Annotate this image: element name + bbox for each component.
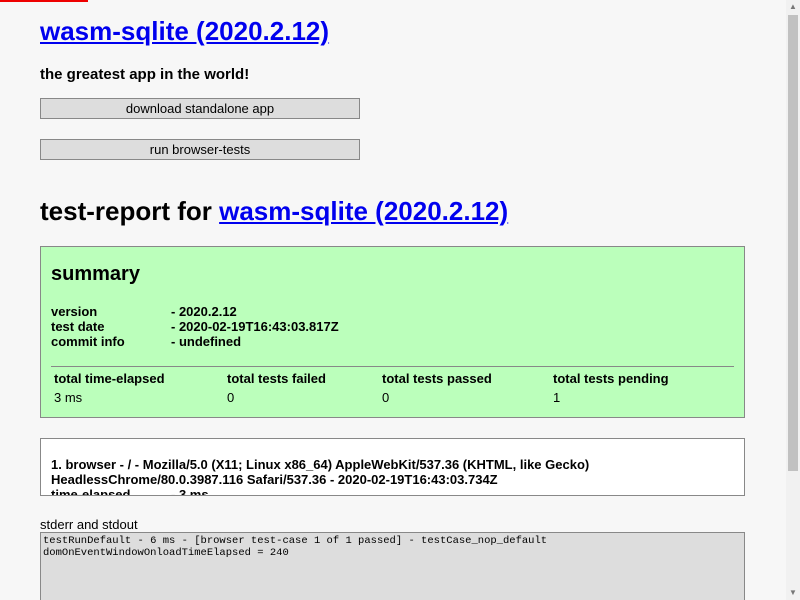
table-header-tests-pending: total tests pending: [553, 371, 669, 386]
scroll-up-arrow-icon[interactable]: ▲: [786, 0, 800, 14]
summary-meta: version - 2020.2.12 test date - 2020-02-19…: [51, 304, 339, 349]
meta-key: commit info: [51, 334, 125, 349]
table-header-time-elapsed: total time-elapsed: [54, 371, 165, 386]
testcase-title: 1. browser - / - Mozilla/5.0 (X11; Linux…: [51, 457, 590, 487]
table-cell-tests-pending: 1: [553, 390, 561, 405]
testcase-time-key: time-elapsed: [51, 487, 131, 496]
meta-row-commit-info: commit info - undefined: [51, 334, 339, 349]
page-title: wasm-sqlite (2020.2.12): [40, 16, 329, 47]
meta-key: version: [51, 304, 98, 319]
run-browser-tests-button[interactable]: run browser-tests: [40, 139, 360, 160]
testcase-time-value: - 3 ms: [171, 487, 209, 496]
stdio-output[interactable]: testRunDefault - 6 ms - [browser test-ca…: [40, 532, 745, 600]
table-header-tests-failed: total tests failed: [227, 371, 326, 386]
testcase-time-elapsed: time-elapsed - 3 ms: [51, 487, 209, 496]
table-cell-tests-failed: 0: [227, 390, 235, 405]
scrollbar-thumb[interactable]: [788, 15, 798, 471]
app-title-link[interactable]: wasm-sqlite (2020.2.12): [40, 16, 329, 46]
test-report-link[interactable]: wasm-sqlite (2020.2.12): [219, 196, 508, 226]
meta-value: - undefined: [171, 334, 242, 349]
meta-value: - 2020.2.12: [171, 304, 237, 319]
download-standalone-app-button[interactable]: download standalone app: [40, 98, 360, 119]
testcase-panel: 1. browser - / - Mozilla/5.0 (X11; Linux…: [40, 438, 745, 496]
stdio-label: stderr and stdout: [40, 517, 138, 532]
meta-row-version: version - 2020.2.12: [51, 304, 339, 319]
meta-row-test-date: test date - 2020-02-19T16:43:03.817Z: [51, 319, 339, 334]
tagline: the greatest app in the world!: [40, 66, 250, 83]
summary-title: summary: [51, 263, 140, 285]
page-content: wasm-sqlite (2020.2.12) the greatest app…: [0, 0, 786, 600]
test-report-heading-prefix: test-report for: [40, 196, 220, 226]
test-report-heading: test-report for wasm-sqlite (2020.2.12): [40, 196, 508, 227]
table-cell-tests-passed: 0: [382, 390, 390, 405]
scroll-down-arrow-icon[interactable]: ▼: [786, 586, 800, 600]
vertical-scrollbar[interactable]: ▲ ▼: [786, 0, 800, 600]
meta-value: - 2020-02-19T16:43:03.817Z: [171, 319, 339, 334]
table-cell-time-elapsed: 3 ms: [54, 390, 83, 405]
meta-key: test date: [51, 319, 105, 334]
table-header-tests-passed: total tests passed: [382, 371, 492, 386]
totals-table: total time-elapsed total tests failed to…: [51, 366, 734, 417]
summary-panel: summary version - 2020.2.12 test date - 20…: [40, 246, 745, 418]
